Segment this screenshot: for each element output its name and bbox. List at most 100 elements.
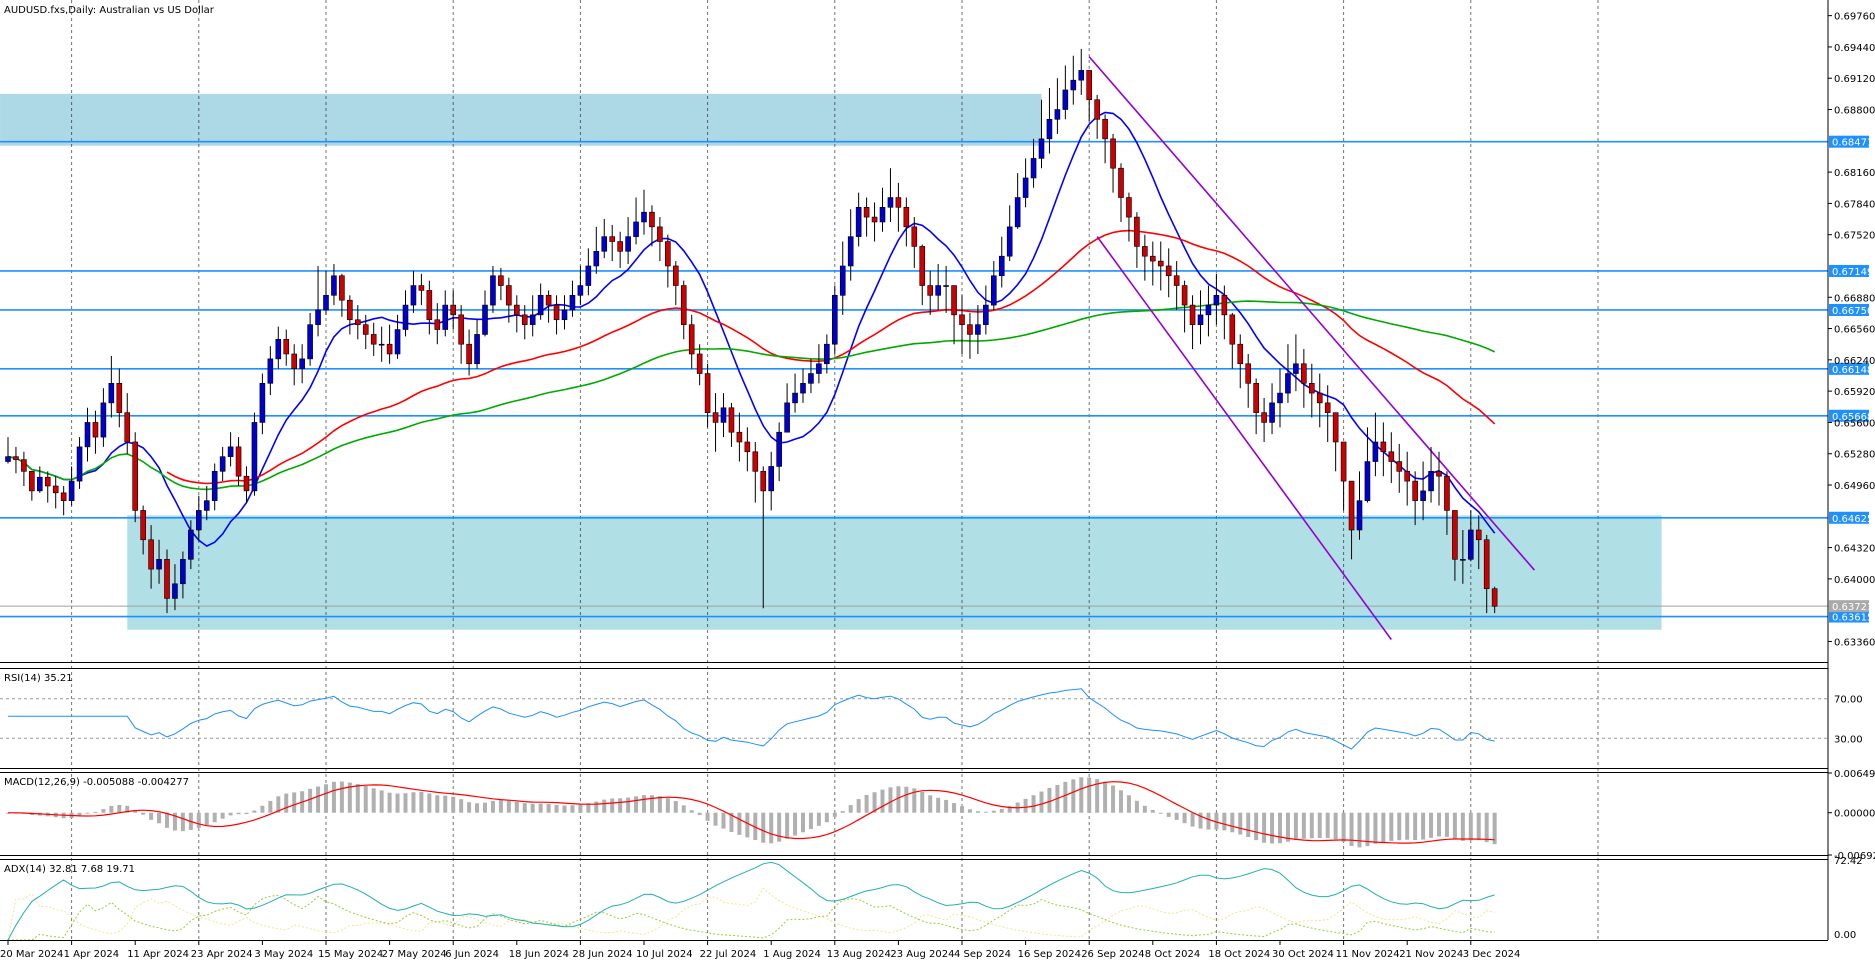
candle-body xyxy=(506,285,512,306)
price-level-label: 0.63615 xyxy=(1832,613,1873,624)
price-tick-label: 0.64320 xyxy=(1834,544,1875,555)
time-tick-label: 1 Aug 2024 xyxy=(763,949,821,960)
candle-body xyxy=(188,529,194,560)
macd-histogram-bar xyxy=(204,812,209,826)
candle-body xyxy=(545,295,552,306)
macd-histogram-bar xyxy=(1158,812,1163,814)
price-tick-label: 0.65920 xyxy=(1834,387,1875,398)
candle-body xyxy=(426,290,433,321)
candle-body xyxy=(1213,295,1220,306)
price-level-label: 0.67149 xyxy=(1832,267,1873,278)
macd-histogram-bar xyxy=(331,781,336,813)
candle-body xyxy=(235,446,242,477)
candle-body xyxy=(839,265,846,296)
candle-body xyxy=(1420,490,1426,501)
macd-histogram-bar xyxy=(896,786,901,813)
macd-histogram-bar xyxy=(1325,812,1330,839)
macd-histogram-bar xyxy=(1317,812,1322,839)
macd-histogram-bar xyxy=(339,781,344,813)
chart-canvas[interactable]: 70.0030.00 0.0064980.000000-0.006920 72.… xyxy=(0,0,1875,964)
macd-histogram-bar xyxy=(490,800,495,813)
candle-body xyxy=(267,358,274,384)
candle-body xyxy=(736,431,743,443)
macd-histogram-bar xyxy=(483,802,487,813)
macd-histogram-bar xyxy=(936,797,941,813)
macd-histogram-bar xyxy=(1166,812,1171,817)
candle-body xyxy=(919,246,926,286)
macd-histogram-bar xyxy=(157,812,162,824)
macd-histogram-bar xyxy=(816,812,821,826)
macd-histogram-bar xyxy=(824,812,829,823)
macd-histogram-bar xyxy=(952,803,957,813)
price-tick-label: 0.66560 xyxy=(1834,325,1875,336)
macd-histogram-bar xyxy=(1039,791,1044,813)
candle-body xyxy=(983,304,989,325)
macd-histogram-bar xyxy=(109,805,114,813)
macd-histogram-bar xyxy=(419,791,424,813)
macd-histogram-bar xyxy=(570,805,575,813)
candle-body xyxy=(1245,363,1251,384)
macd-histogram-bar xyxy=(562,805,567,813)
candle-body xyxy=(704,373,711,413)
macd-histogram-bar xyxy=(1278,812,1282,844)
candle-body xyxy=(211,471,218,501)
candle-body xyxy=(243,475,250,492)
candle-body xyxy=(1181,285,1188,306)
candle-body xyxy=(203,500,210,511)
candle-body xyxy=(633,221,639,237)
candle-body xyxy=(354,319,361,325)
macd-histogram-bar xyxy=(1349,812,1354,846)
price-tick-label: 0.66240 xyxy=(1834,356,1875,367)
time-tick-label: 26 Sep 2024 xyxy=(1081,949,1144,960)
zone-resistance xyxy=(0,93,1042,146)
adx-title: ADX(14) 32.81 7.68 19.71 xyxy=(4,864,135,875)
candle-body xyxy=(52,485,59,494)
macd-histogram-bar xyxy=(220,812,225,819)
macd-histogram-bar xyxy=(355,784,360,813)
chart-window[interactable]: 70.0030.00 0.0064980.000000-0.006920 72.… xyxy=(0,0,1875,964)
candle-body xyxy=(768,466,775,492)
macd-histogram-bar xyxy=(888,787,893,813)
macd-histogram-bar xyxy=(403,793,408,813)
price-tick-label: 0.65280 xyxy=(1834,450,1875,461)
macd-histogram-bar xyxy=(522,803,527,813)
chart-title: AUDUSD.fxs,Daily: Australian vs US Dolla… xyxy=(4,5,215,16)
price-tick-label: 0.69120 xyxy=(1834,74,1875,85)
macd-histogram-bar xyxy=(1222,812,1227,831)
candle-body xyxy=(402,304,409,330)
candle-body xyxy=(1340,441,1347,482)
candle-body xyxy=(418,285,425,291)
candle-body xyxy=(1372,441,1379,462)
candle-body xyxy=(1022,177,1029,198)
macd-histogram-bar xyxy=(316,786,321,813)
candle-body xyxy=(863,207,870,218)
macd-histogram-bar xyxy=(713,812,718,826)
candle-body xyxy=(1014,197,1021,228)
candle-body xyxy=(1491,588,1498,607)
time-tick-label: 15 May 2024 xyxy=(318,949,383,960)
candle-body xyxy=(1483,539,1490,589)
macd-histogram-bar xyxy=(459,799,464,813)
candle-body xyxy=(1205,304,1212,316)
macd-histogram-bar xyxy=(681,805,686,813)
macd-histogram-bar xyxy=(848,805,853,813)
macd-histogram-bar xyxy=(991,810,996,813)
time-tick-label: 10 Jul 2024 xyxy=(636,949,693,960)
macd-histogram-bar xyxy=(785,812,790,839)
macd-histogram-bar xyxy=(546,803,551,813)
rsi-level-label: 30.00 xyxy=(1834,734,1863,745)
macd-histogram-bar xyxy=(1452,812,1457,840)
candle-body xyxy=(1253,383,1259,413)
macd-title: MACD(12,26,9) -0.005088 -0.004277 xyxy=(4,777,189,788)
candle-body xyxy=(1301,363,1307,384)
macd-level-label: 0.000000 xyxy=(1834,809,1875,820)
candle-body xyxy=(1404,471,1410,482)
macd-histogram-bar xyxy=(737,812,742,835)
macd-histogram-bar xyxy=(1476,812,1481,841)
price-tick-label: 0.68800 xyxy=(1834,106,1875,117)
candle-body xyxy=(967,324,973,335)
candle-body xyxy=(84,422,91,448)
macd-histogram-bar xyxy=(673,801,678,813)
macd-histogram-bar xyxy=(721,812,726,829)
candle-body xyxy=(1428,471,1434,492)
